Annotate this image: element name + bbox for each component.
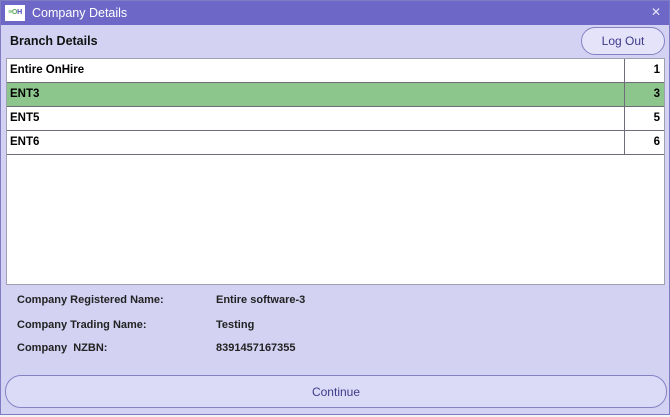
branch-number: 6	[624, 131, 664, 154]
branch-name: ENT3	[10, 88, 40, 100]
branch-list: Entire OnHire 1 ENT3 3 ENT5 5 ENT6 6	[6, 58, 665, 285]
trading-name-value: Testing	[216, 319, 255, 331]
branch-number: 5	[624, 107, 664, 130]
branch-row[interactable]: ENT5 5	[7, 107, 664, 131]
branch-row-selected[interactable]: ENT3 3	[7, 83, 664, 107]
onhire-logo: ≡OH	[5, 5, 25, 21]
company-details-window: ≡OH Company Details ✕ Branch Details Log…	[0, 0, 670, 415]
branch-details-heading: Branch Details	[10, 34, 98, 48]
window-title: Company Details	[32, 6, 128, 20]
registered-name-value: Entire software-3	[216, 294, 306, 306]
logo-mark-left: ≡O	[8, 9, 18, 16]
branch-name: ENT5	[10, 112, 40, 124]
nzbn-label: Company NZBN:	[17, 342, 108, 354]
logo-mark-right: H	[17, 9, 22, 16]
close-icon[interactable]: ✕	[651, 4, 661, 20]
branch-name: ENT6	[10, 136, 40, 148]
branch-number: 3	[624, 83, 664, 106]
log-out-button[interactable]: Log Out	[581, 27, 665, 55]
branch-row[interactable]: Entire OnHire 1	[7, 59, 664, 83]
branch-name: Entire OnHire	[10, 64, 85, 76]
trading-name-label: Company Trading Name:	[17, 319, 147, 331]
registered-name-label: Company Registered Name:	[17, 294, 164, 306]
continue-button[interactable]: Continue	[5, 375, 667, 408]
branch-row[interactable]: ENT6 6	[7, 131, 664, 155]
title-bar: ≡OH Company Details ✕	[1, 1, 669, 25]
nzbn-value: 8391457167355	[216, 342, 296, 354]
branch-number: 1	[624, 59, 664, 82]
